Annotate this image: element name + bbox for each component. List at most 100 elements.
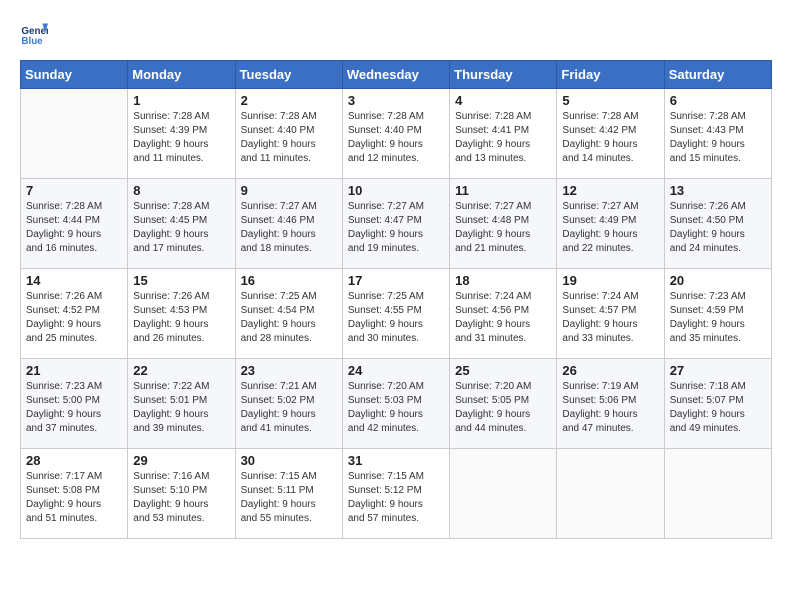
day-info: Sunrise: 7:25 AMSunset: 4:54 PMDaylight:… xyxy=(241,290,337,346)
day-info: Sunrise: 7:23 AMSunset: 4:59 PMDaylight:… xyxy=(670,290,766,346)
day-number: 23 xyxy=(241,363,337,378)
day-info: Sunrise: 7:28 AMSunset: 4:40 PMDaylight:… xyxy=(241,110,337,166)
weekday-header-monday: Monday xyxy=(128,61,235,89)
day-info: Sunrise: 7:24 AMSunset: 4:56 PMDaylight:… xyxy=(455,290,551,346)
day-number: 18 xyxy=(455,273,551,288)
day-cell: 18 Sunrise: 7:24 AMSunset: 4:56 PMDayligh… xyxy=(450,269,557,359)
day-info: Sunrise: 7:16 AMSunset: 5:10 PMDaylight:… xyxy=(133,470,229,526)
day-info: Sunrise: 7:26 AMSunset: 4:50 PMDaylight:… xyxy=(670,200,766,256)
day-number: 2 xyxy=(241,93,337,108)
day-cell: 10 Sunrise: 7:27 AMSunset: 4:47 PMDayligh… xyxy=(342,179,449,269)
day-cell: 4 Sunrise: 7:28 AMSunset: 4:41 PMDaylight… xyxy=(450,89,557,179)
day-number: 16 xyxy=(241,273,337,288)
day-info: Sunrise: 7:27 AMSunset: 4:48 PMDaylight:… xyxy=(455,200,551,256)
day-info: Sunrise: 7:17 AMSunset: 5:08 PMDaylight:… xyxy=(26,470,122,526)
day-cell: 19 Sunrise: 7:24 AMSunset: 4:57 PMDayligh… xyxy=(557,269,664,359)
day-cell xyxy=(21,89,128,179)
day-info: Sunrise: 7:20 AMSunset: 5:03 PMDaylight:… xyxy=(348,380,444,436)
day-number: 1 xyxy=(133,93,229,108)
day-number: 15 xyxy=(133,273,229,288)
day-info: Sunrise: 7:28 AMSunset: 4:40 PMDaylight:… xyxy=(348,110,444,166)
week-row-3: 14Sunrise: 7:26 AMSunset: 4:52 PMDayligh… xyxy=(21,269,772,359)
day-info: Sunrise: 7:28 AMSunset: 4:41 PMDaylight:… xyxy=(455,110,551,166)
day-number: 14 xyxy=(26,273,122,288)
day-cell: 8 Sunrise: 7:28 AMSunset: 4:45 PMDaylight… xyxy=(128,179,235,269)
day-cell: 30 Sunrise: 7:15 AMSunset: 5:11 PMDayligh… xyxy=(235,449,342,539)
day-cell: 23 Sunrise: 7:21 AMSunset: 5:02 PMDayligh… xyxy=(235,359,342,449)
day-number: 9 xyxy=(241,183,337,198)
day-cell: 11 Sunrise: 7:27 AMSunset: 4:48 PMDayligh… xyxy=(450,179,557,269)
day-cell: 12 Sunrise: 7:27 AMSunset: 4:49 PMDayligh… xyxy=(557,179,664,269)
day-cell: 28 Sunrise: 7:17 AMSunset: 5:08 PMDayligh… xyxy=(21,449,128,539)
day-cell: 20 Sunrise: 7:23 AMSunset: 4:59 PMDayligh… xyxy=(664,269,771,359)
calendar-body: 1 Sunrise: 7:28 AMSunset: 4:39 PMDaylight… xyxy=(21,89,772,539)
day-cell xyxy=(450,449,557,539)
weekday-header-tuesday: Tuesday xyxy=(235,61,342,89)
day-cell: 1 Sunrise: 7:28 AMSunset: 4:39 PMDaylight… xyxy=(128,89,235,179)
day-cell: 16 Sunrise: 7:25 AMSunset: 4:54 PMDayligh… xyxy=(235,269,342,359)
day-info: Sunrise: 7:24 AMSunset: 4:57 PMDaylight:… xyxy=(562,290,658,346)
week-row-1: 1 Sunrise: 7:28 AMSunset: 4:39 PMDaylight… xyxy=(21,89,772,179)
day-info: Sunrise: 7:26 AMSunset: 4:53 PMDaylight:… xyxy=(133,290,229,346)
day-cell xyxy=(664,449,771,539)
day-number: 19 xyxy=(562,273,658,288)
day-number: 31 xyxy=(348,453,444,468)
day-cell: 21 Sunrise: 7:23 AMSunset: 5:00 PMDayligh… xyxy=(21,359,128,449)
day-number: 30 xyxy=(241,453,337,468)
day-number: 26 xyxy=(562,363,658,378)
weekday-header-row: SundayMondayTuesdayWednesdayThursdayFrid… xyxy=(21,61,772,89)
day-cell: 27 Sunrise: 7:18 AMSunset: 5:07 PMDayligh… xyxy=(664,359,771,449)
day-info: Sunrise: 7:28 AMSunset: 4:45 PMDaylight:… xyxy=(133,200,229,256)
week-row-5: 28 Sunrise: 7:17 AMSunset: 5:08 PMDayligh… xyxy=(21,449,772,539)
day-number: 28 xyxy=(26,453,122,468)
day-info: Sunrise: 7:23 AMSunset: 5:00 PMDaylight:… xyxy=(26,380,122,436)
day-info: Sunrise: 7:27 AMSunset: 4:49 PMDaylight:… xyxy=(562,200,658,256)
day-info: Sunrise: 7:25 AMSunset: 4:55 PMDaylight:… xyxy=(348,290,444,346)
day-number: 10 xyxy=(348,183,444,198)
weekday-header-saturday: Saturday xyxy=(664,61,771,89)
day-number: 4 xyxy=(455,93,551,108)
day-info: Sunrise: 7:21 AMSunset: 5:02 PMDaylight:… xyxy=(241,380,337,436)
day-cell: 26 Sunrise: 7:19 AMSunset: 5:06 PMDayligh… xyxy=(557,359,664,449)
day-cell: 29 Sunrise: 7:16 AMSunset: 5:10 PMDayligh… xyxy=(128,449,235,539)
day-info: Sunrise: 7:15 AMSunset: 5:11 PMDaylight:… xyxy=(241,470,337,526)
day-number: 29 xyxy=(133,453,229,468)
day-cell: 7 Sunrise: 7:28 AMSunset: 4:44 PMDaylight… xyxy=(21,179,128,269)
calendar-table: SundayMondayTuesdayWednesdayThursdayFrid… xyxy=(20,60,772,539)
day-number: 12 xyxy=(562,183,658,198)
page-header: General Blue xyxy=(20,20,772,48)
day-info: Sunrise: 7:27 AMSunset: 4:47 PMDaylight:… xyxy=(348,200,444,256)
logo-icon: General Blue xyxy=(20,20,48,48)
day-cell: 9 Sunrise: 7:27 AMSunset: 4:46 PMDaylight… xyxy=(235,179,342,269)
day-number: 11 xyxy=(455,183,551,198)
day-info: Sunrise: 7:18 AMSunset: 5:07 PMDaylight:… xyxy=(670,380,766,436)
day-number: 21 xyxy=(26,363,122,378)
week-row-4: 21 Sunrise: 7:23 AMSunset: 5:00 PMDayligh… xyxy=(21,359,772,449)
week-row-2: 7 Sunrise: 7:28 AMSunset: 4:44 PMDaylight… xyxy=(21,179,772,269)
day-info: Sunrise: 7:20 AMSunset: 5:05 PMDaylight:… xyxy=(455,380,551,436)
day-cell: 31Sunrise: 7:15 AMSunset: 5:12 PMDayligh… xyxy=(342,449,449,539)
svg-text:Blue: Blue xyxy=(21,36,43,47)
day-number: 20 xyxy=(670,273,766,288)
day-cell: 24Sunrise: 7:20 AMSunset: 5:03 PMDayligh… xyxy=(342,359,449,449)
weekday-header-wednesday: Wednesday xyxy=(342,61,449,89)
day-number: 13 xyxy=(670,183,766,198)
day-cell: 2 Sunrise: 7:28 AMSunset: 4:40 PMDaylight… xyxy=(235,89,342,179)
day-info: Sunrise: 7:28 AMSunset: 4:44 PMDaylight:… xyxy=(26,200,122,256)
day-info: Sunrise: 7:28 AMSunset: 4:39 PMDaylight:… xyxy=(133,110,229,166)
day-info: Sunrise: 7:27 AMSunset: 4:46 PMDaylight:… xyxy=(241,200,337,256)
day-info: Sunrise: 7:22 AMSunset: 5:01 PMDaylight:… xyxy=(133,380,229,436)
day-number: 8 xyxy=(133,183,229,198)
day-number: 7 xyxy=(26,183,122,198)
day-cell: 17Sunrise: 7:25 AMSunset: 4:55 PMDayligh… xyxy=(342,269,449,359)
day-cell: 6Sunrise: 7:28 AMSunset: 4:43 PMDaylight… xyxy=(664,89,771,179)
day-cell: 22 Sunrise: 7:22 AMSunset: 5:01 PMDayligh… xyxy=(128,359,235,449)
weekday-header-thursday: Thursday xyxy=(450,61,557,89)
weekday-header-friday: Friday xyxy=(557,61,664,89)
day-cell: 13 Sunrise: 7:26 AMSunset: 4:50 PMDayligh… xyxy=(664,179,771,269)
day-info: Sunrise: 7:19 AMSunset: 5:06 PMDaylight:… xyxy=(562,380,658,436)
day-info: Sunrise: 7:28 AMSunset: 4:42 PMDaylight:… xyxy=(562,110,658,166)
day-info: Sunrise: 7:28 AMSunset: 4:43 PMDaylight:… xyxy=(670,110,766,166)
day-number: 27 xyxy=(670,363,766,378)
day-number: 22 xyxy=(133,363,229,378)
